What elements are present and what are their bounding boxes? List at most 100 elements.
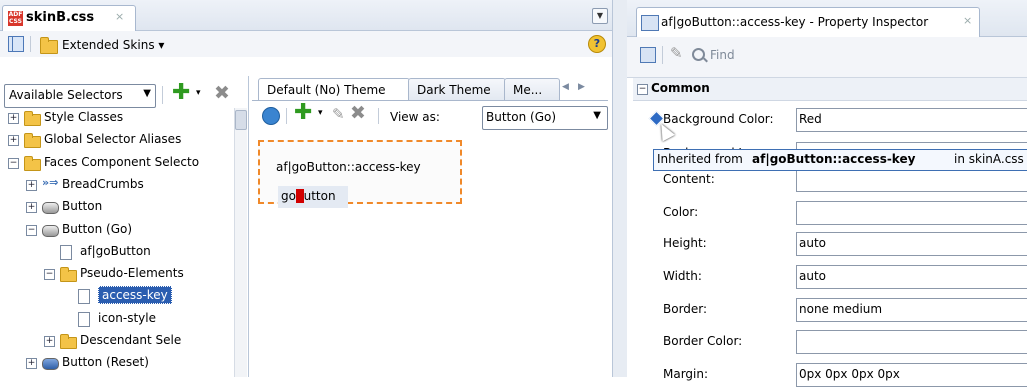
splitter[interactable] bbox=[612, 0, 628, 377]
go-button-text-start: go bbox=[281, 189, 296, 203]
collapse-icon[interactable]: − bbox=[637, 84, 648, 95]
tree-item[interactable]: icon-style bbox=[6, 309, 234, 331]
tree-item[interactable]: − Faces Component Selecto bbox=[6, 153, 234, 175]
help-icon[interactable]: ? bbox=[588, 35, 606, 53]
chevron-down-icon: ▼ bbox=[143, 88, 151, 99]
tab-default-theme[interactable]: Default (No) Theme bbox=[258, 78, 410, 101]
selector-tree: + Style Classes + Global Selector Aliases − F… bbox=[6, 108, 234, 377]
property-value-field[interactable]: 0px 0px 0px 0px bbox=[796, 363, 1027, 387]
tree-item[interactable]: + Button (Reset) bbox=[6, 353, 234, 375]
folder-icon bbox=[24, 111, 41, 126]
folder-open-icon bbox=[60, 267, 77, 283]
property-value-field[interactable] bbox=[796, 330, 1027, 354]
tooltip-selector: af|goButton::access-key bbox=[752, 152, 916, 166]
add-selector-icon[interactable]: ✚ bbox=[172, 82, 190, 104]
property-label: Border Color: bbox=[663, 334, 743, 348]
tree-item[interactable]: af|goButton bbox=[6, 242, 234, 264]
view-as-value: Button (Go) bbox=[486, 110, 557, 124]
property-label: Width: bbox=[663, 269, 702, 283]
expand-icon[interactable]: + bbox=[26, 202, 37, 214]
collapse-icon[interactable]: − bbox=[44, 269, 55, 281]
section-common[interactable]: − Common bbox=[633, 78, 1027, 101]
property-value-field[interactable] bbox=[796, 201, 1027, 225]
close-tab-icon[interactable]: × bbox=[963, 14, 972, 27]
skin-editor: ADF CSS skinB.css × ▼ Extended Skins ▾ ?… bbox=[0, 0, 612, 377]
property-value-field[interactable]: Red bbox=[796, 108, 1027, 132]
delete-theme-icon[interactable]: ✖ bbox=[350, 104, 366, 123]
toolbar-divider bbox=[30, 36, 31, 52]
tab-list-dropdown-icon[interactable]: ▼ bbox=[592, 8, 608, 24]
collapse-icon[interactable]: − bbox=[8, 157, 19, 169]
go-button-text-end: utton bbox=[303, 189, 336, 203]
pane-gap bbox=[0, 57, 612, 76]
tree-item[interactable]: − Button (Go) bbox=[6, 220, 234, 242]
tree-item-label: Button bbox=[62, 199, 103, 214]
expand-icon[interactable]: + bbox=[44, 336, 55, 347]
breadcrumb-extended-skins[interactable]: Extended Skins ▾ bbox=[62, 38, 164, 52]
section-title: Common bbox=[651, 81, 710, 95]
add-theme-chevron-icon[interactable]: ▾ bbox=[318, 108, 323, 118]
property-label: Border: bbox=[663, 302, 708, 316]
refresh-preview-icon[interactable] bbox=[262, 107, 280, 125]
preview-selector-name: af|goButton::access-key bbox=[276, 160, 421, 174]
property-value-field[interactable]: none medium bbox=[796, 298, 1027, 322]
collapse-icon[interactable]: − bbox=[26, 224, 37, 236]
expand-icon[interactable]: + bbox=[26, 358, 37, 370]
folder-icon bbox=[60, 334, 77, 349]
property-value-field[interactable]: auto bbox=[796, 265, 1027, 289]
view-as-dropdown[interactable]: Button (Go) ▼ bbox=[482, 106, 608, 130]
expand-icon[interactable]: + bbox=[8, 113, 19, 124]
outline-toggle-icon[interactable] bbox=[8, 36, 24, 52]
toolbar-divider bbox=[662, 46, 663, 64]
property-inspector-tab[interactable]: af|goButton::access-key - Property Inspe… bbox=[636, 7, 980, 37]
tree-item[interactable]: + Style Classes bbox=[6, 108, 234, 130]
property-value: 0px 0px 0px 0px bbox=[799, 367, 900, 381]
tree-item-label: af|goButton bbox=[80, 243, 151, 258]
tree-item-label: icon-style bbox=[98, 310, 156, 325]
tree-item[interactable]: − Pseudo-Elements bbox=[6, 264, 234, 286]
tree-item-label: Style Classes bbox=[44, 110, 124, 124]
toolbar-divider bbox=[286, 108, 287, 124]
breadcrumb-icon: »⇒ bbox=[42, 175, 59, 189]
folder-icon bbox=[40, 37, 58, 54]
property-label: Content: bbox=[663, 172, 715, 186]
tab-scroll-left-icon[interactable]: ◀ bbox=[562, 82, 569, 92]
preview-go-button[interactable]: gobutton bbox=[278, 186, 348, 208]
tree-item[interactable]: + Descendant Sele bbox=[6, 331, 234, 353]
tree-item-label: Pseudo-Elements bbox=[80, 266, 184, 281]
tree-item-label: Faces Component Selecto bbox=[44, 154, 200, 169]
expand-icon[interactable]: + bbox=[8, 135, 19, 147]
add-theme-icon[interactable]: ✚ bbox=[294, 102, 312, 124]
tree-item[interactable]: + »⇒ BreadCrumbs bbox=[6, 175, 234, 197]
tree-item-label: Global Selector Aliases bbox=[44, 132, 182, 147]
inspector-tab-label: af|goButton::access-key - Property Inspe… bbox=[661, 15, 929, 29]
tab-more-themes[interactable]: Me... bbox=[504, 78, 560, 101]
edit-theme-icon[interactable]: ✎ bbox=[332, 105, 345, 123]
tree-scrollbar[interactable] bbox=[234, 108, 247, 377]
close-tab-icon[interactable]: × bbox=[115, 10, 124, 23]
inherited-tooltip: Inherited from af|goButton::access-key i… bbox=[653, 149, 1027, 171]
file-tab-skinB[interactable]: ADF CSS skinB.css × bbox=[2, 5, 136, 31]
tab-dark-theme[interactable]: Dark Theme bbox=[408, 78, 506, 101]
tree-item[interactable]: + Button bbox=[6, 197, 234, 219]
inspector-icon bbox=[641, 15, 659, 31]
expand-icon[interactable]: + bbox=[26, 179, 37, 191]
edit-property-icon[interactable]: ✎ bbox=[670, 44, 683, 62]
find-field[interactable]: Find bbox=[690, 46, 1020, 66]
button-reset-icon bbox=[42, 358, 59, 371]
grid-view-icon[interactable] bbox=[640, 47, 656, 63]
tree-item[interactable]: access-key bbox=[6, 286, 234, 308]
tab-scroll-right-icon[interactable]: ▶ bbox=[578, 82, 585, 92]
available-selectors-dropdown[interactable]: Available Selectors ▼ bbox=[4, 84, 156, 108]
tree-scroll-thumb[interactable] bbox=[235, 110, 247, 130]
add-menu-chevron-icon[interactable]: ▾ bbox=[196, 88, 201, 98]
property-label: Height: bbox=[663, 236, 707, 250]
toolbar-divider bbox=[378, 108, 379, 124]
delete-selector-icon[interactable]: ✖ bbox=[214, 84, 230, 103]
property-value-field[interactable]: auto bbox=[796, 232, 1027, 256]
tree-item[interactable]: + Global Selector Aliases bbox=[6, 130, 234, 152]
property-value-field[interactable] bbox=[796, 168, 1027, 192]
search-icon bbox=[692, 48, 705, 61]
tree-item-label: Button (Reset) bbox=[62, 355, 149, 370]
dropdown-value: Available Selectors bbox=[9, 88, 123, 102]
